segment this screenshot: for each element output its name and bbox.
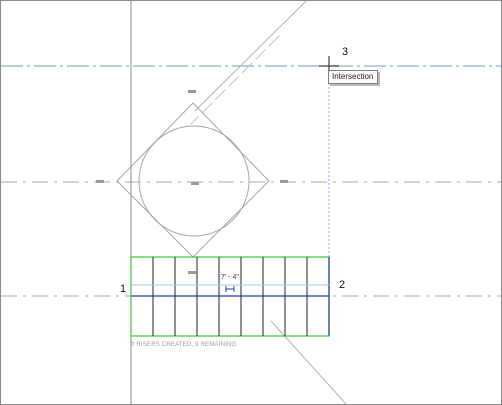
diagonal-line-solid[interactable]	[194, 1, 307, 112]
callout-point-3: 3	[342, 46, 349, 58]
grip-icon[interactable]	[96, 180, 104, 183]
snap-tooltip: Intersection	[328, 70, 379, 84]
drawing-canvas[interactable]: Intersection 3 1 2 7' - 4" 0 RISERS CREA…	[0, 0, 502, 405]
diagonal-line-dashed[interactable]	[190, 35, 280, 125]
riser-status-text: 0 RISERS CREATED, 9 REMAINING	[131, 342, 237, 348]
callout-point-2: 2	[339, 279, 346, 291]
stair-sketch[interactable]	[130, 256, 330, 337]
grip-icon[interactable]	[188, 90, 196, 93]
dimension-label: 7' - 4"	[221, 274, 239, 281]
grip-icon[interactable]	[280, 180, 288, 183]
diagonal-line-lower[interactable]	[270, 320, 347, 404]
callout-point-1: 1	[120, 283, 127, 295]
grip-icon[interactable]	[191, 182, 199, 185]
grip-icon[interactable]	[188, 271, 196, 274]
drawing-area[interactable]	[1, 1, 501, 404]
